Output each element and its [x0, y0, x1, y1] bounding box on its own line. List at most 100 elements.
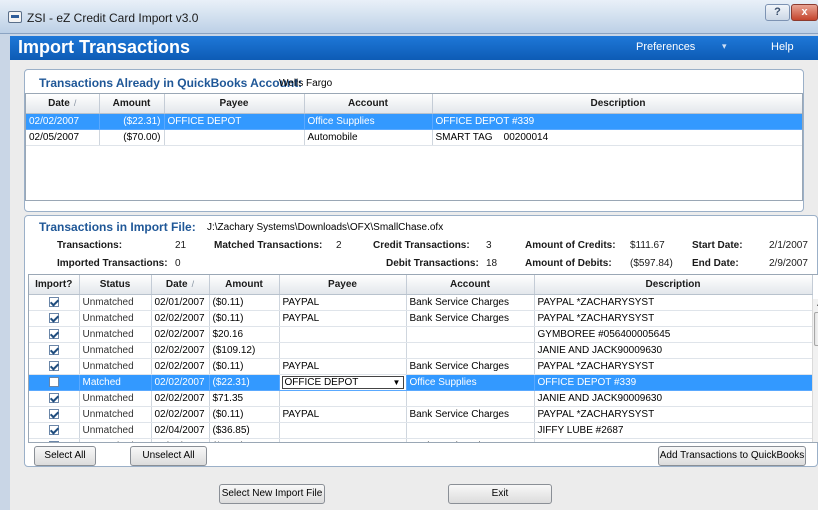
column-header-import[interactable]: Import?	[29, 275, 80, 295]
scroll-up-icon[interactable]: ▲	[813, 299, 818, 311]
main-content: Transactions Already in QuickBooks Accou…	[10, 60, 818, 510]
payee-dropdown-value: OFFICE DEPOT	[284, 376, 359, 388]
column-header-payee[interactable]: Payee	[164, 94, 305, 114]
cell-amount: ($0.11)	[209, 358, 280, 375]
cell-description: PAYPAL *ZACHARYSYST	[534, 406, 813, 423]
stat-credit-label: Credit Transactions:	[373, 240, 470, 251]
cell-description: JANIE AND JACK90009630	[534, 390, 813, 407]
grid-header-row: Import? Status Date / Amount Payee Accoun…	[29, 275, 813, 295]
cell-import[interactable]	[29, 422, 80, 439]
menu-preferences[interactable]: Preferences	[636, 41, 695, 53]
cell-date: 02/02/2007	[151, 358, 210, 375]
import-checkbox[interactable]	[48, 328, 59, 339]
cell-status: Unmatched	[79, 294, 152, 311]
cell-date: 02/01/2007	[151, 294, 210, 311]
cell-date: 02/02/2007	[151, 374, 210, 391]
import-checkbox[interactable]	[48, 376, 59, 387]
sort-icon: /	[191, 278, 195, 289]
cell-amount: ($36.85)	[209, 422, 280, 439]
cell-payee: OFFICE DEPOT	[164, 113, 305, 130]
import-checkbox[interactable]	[48, 440, 59, 442]
cell-import[interactable]	[29, 374, 80, 391]
cell-amount: ($70.00)	[99, 129, 165, 146]
table-row[interactable]: Unmatched 02/04/2007 ($36.85) JIFFY LUBE #2…	[29, 422, 813, 439]
cell-import[interactable]	[29, 294, 80, 311]
table-row[interactable]: Unmatched 02/02/2007 ($0.11) PAYPAL Bank Ser…	[29, 406, 813, 423]
add-to-quickbooks-button[interactable]: Add Transactions to QuickBooks	[658, 446, 806, 466]
chevron-down-icon[interactable]: ▼	[390, 376, 403, 388]
import-grid-scrollbar[interactable]: ▲ ▼	[812, 299, 818, 442]
cell-payee: OFFICE DEPOT ▼	[279, 374, 407, 391]
table-row[interactable]: Unmatched 02/02/2007 $71.35 JANIE AND JACK9…	[29, 390, 813, 407]
cell-account: Bank Service Charges	[406, 310, 535, 327]
cell-date: 02/05/2007	[26, 129, 100, 146]
table-row[interactable]: Unmatched 02/02/2007 ($0.11) PAYPAL Bank Ser…	[29, 358, 813, 375]
chevron-down-icon[interactable]: ▾	[722, 41, 727, 52]
column-header-status[interactable]: Status	[79, 275, 152, 295]
cell-date: 02/02/2007	[151, 406, 210, 423]
cell-description: SMART TAG 00200014	[432, 129, 802, 146]
import-checkbox[interactable]	[48, 360, 59, 371]
column-header-description[interactable]: Description	[534, 275, 813, 295]
table-row[interactable]: Unmatched 02/02/2007 ($0.11) PAYPAL Bank Ser…	[29, 310, 813, 327]
table-row[interactable]: Unmatched 02/01/2007 ($0.11) PAYPAL Bank Ser…	[29, 294, 813, 311]
import-file-path: J:\Zachary Systems\Downloads\OFX\SmallCh…	[207, 222, 444, 233]
sort-icon: /	[73, 97, 77, 108]
cell-import[interactable]	[29, 342, 80, 359]
cell-status: Matched	[79, 374, 152, 391]
import-checkbox[interactable]	[48, 408, 59, 419]
window-help-button[interactable]: ?	[765, 4, 790, 21]
table-row[interactable]: Unmatched 02/02/2007 ($109.12) JANIE AND JA…	[29, 342, 813, 359]
table-row[interactable]: Matched 02/02/2007 ($22.31) OFFICE DEPOT ▼ Of…	[29, 374, 813, 391]
select-new-import-file-button[interactable]: Select New Import File	[219, 484, 325, 504]
cell-account: Bank Service Charges	[406, 358, 535, 375]
cell-date: 02/02/2007	[26, 113, 100, 130]
import-transactions-grid: Import? Status Date / Amount Payee Accoun…	[28, 274, 818, 443]
app-icon	[8, 11, 22, 23]
scroll-thumb[interactable]	[814, 312, 818, 346]
import-checkbox[interactable]	[48, 344, 59, 355]
unselect-all-button[interactable]: Unselect All	[130, 446, 207, 466]
stat-credit-value: 3	[486, 240, 492, 251]
import-checkbox[interactable]	[48, 424, 59, 435]
cell-import[interactable]	[29, 438, 80, 442]
cell-import[interactable]	[29, 326, 80, 343]
column-header-date[interactable]: Date /	[151, 275, 210, 295]
cell-amount: ($22.31)	[99, 113, 165, 130]
cell-date: 02/02/2007	[151, 310, 210, 327]
existing-transactions-panel: Transactions Already in QuickBooks Accou…	[24, 69, 804, 212]
import-checkbox[interactable]	[48, 296, 59, 307]
payee-dropdown[interactable]: OFFICE DEPOT ▼	[281, 375, 404, 389]
cell-payee: PAYPAL	[279, 310, 407, 327]
select-all-button[interactable]: Select All	[34, 446, 96, 466]
table-row[interactable]: Unmatched 02/02/2007 $20.16 GYMBOREE #05640…	[29, 326, 813, 343]
cell-import[interactable]	[29, 310, 80, 327]
column-header-amount[interactable]: Amount	[99, 94, 165, 114]
column-header-account[interactable]: Account	[304, 94, 433, 114]
menu-help[interactable]: Help	[771, 41, 794, 53]
cell-status: Unmatched	[79, 310, 152, 327]
import-file-panel: Transactions in Import File: J:\Zachary …	[24, 215, 818, 467]
table-row[interactable]: Unmatched02/04/2007($0.01)PAYPALBank Ser…	[29, 438, 813, 442]
column-header-account[interactable]: Account	[406, 275, 535, 295]
table-row[interactable]: 02/02/2007 ($22.31) OFFICE DEPOT Office …	[26, 113, 802, 130]
cell-date: 02/02/2007	[151, 326, 210, 343]
import-checkbox[interactable]	[48, 392, 59, 403]
cell-import[interactable]	[29, 390, 80, 407]
cell-import[interactable]	[29, 358, 80, 375]
cell-account	[406, 422, 535, 439]
cell-account: Bank Service Charges	[406, 294, 535, 311]
cell-payee	[279, 326, 407, 343]
exit-button[interactable]: Exit	[448, 484, 552, 504]
cell-import[interactable]	[29, 406, 80, 423]
table-row[interactable]: 02/05/2007 ($70.00) Automobile SMART TAG…	[26, 129, 802, 146]
import-checkbox[interactable]	[48, 312, 59, 323]
cell-payee	[279, 342, 407, 359]
column-header-payee[interactable]: Payee	[279, 275, 407, 295]
column-header-description[interactable]: Description	[432, 94, 802, 114]
cell-description: JANIE AND JACK90009630	[534, 342, 813, 359]
cell-payee	[279, 390, 407, 407]
window-close-button[interactable]: x	[791, 4, 818, 21]
column-header-amount[interactable]: Amount	[209, 275, 280, 295]
column-header-date[interactable]: Date /	[26, 94, 100, 114]
